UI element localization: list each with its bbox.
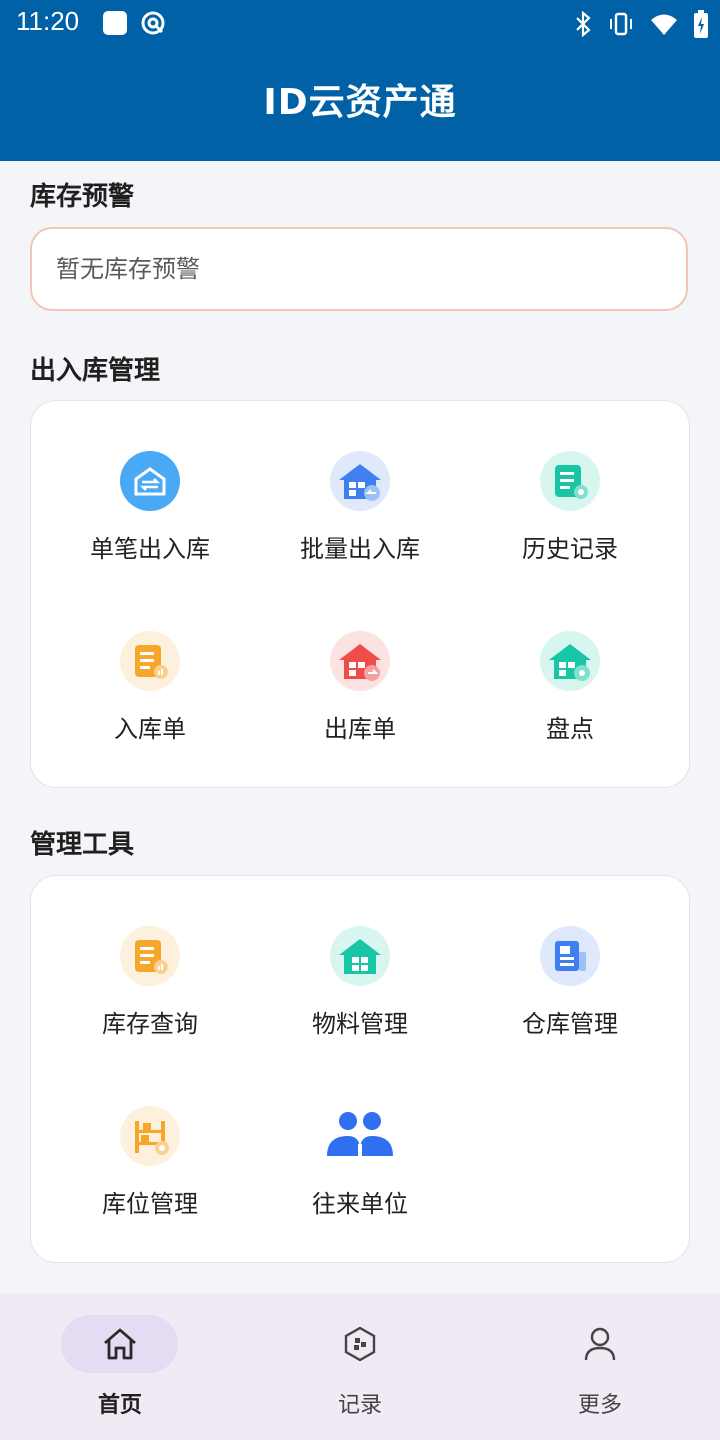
- inventory-alert-title: 库存预警: [30, 182, 135, 212]
- home-icon: [100, 1324, 140, 1364]
- stocktake-button[interactable]: 盘点: [470, 631, 670, 761]
- single-inout-button[interactable]: 单笔出入库: [50, 451, 250, 581]
- app-header: ID云资产通: [0, 48, 720, 161]
- nav-home[interactable]: 首页: [0, 1293, 240, 1440]
- bottom-nav: 首页 记录 更多: [0, 1293, 720, 1440]
- nav-more-label: 更多: [577, 1393, 622, 1418]
- batch-inout-label: 批量出入库: [300, 535, 420, 563]
- stocktake-warehouse-icon: [540, 631, 600, 691]
- inventory-alert-box: 暂无库存预警: [30, 227, 688, 311]
- outbound-warehouse-icon: [330, 631, 390, 691]
- history-label: 历史记录: [522, 535, 618, 563]
- warehouse-exchange-icon: [120, 451, 180, 511]
- status-bar: 11:20: [0, 0, 720, 48]
- material-management-label: 物料管理: [312, 1010, 408, 1038]
- inventory-query-button[interactable]: 库存查询: [50, 926, 250, 1056]
- location-management-button[interactable]: 库位管理: [50, 1106, 250, 1236]
- records-icon: [340, 1324, 380, 1364]
- tools-section-title: 管理工具: [30, 830, 135, 860]
- at-icon: [140, 10, 166, 40]
- partners-icon: [327, 1106, 393, 1166]
- single-inout-label: 单笔出入库: [90, 535, 210, 563]
- inout-card: 单笔出入库 批量出入库 历史记录 入库单 出库单 盘点: [30, 400, 690, 788]
- inbound-doc-label: 入库单: [114, 715, 186, 743]
- battery-icon: [694, 10, 708, 42]
- partners-button[interactable]: 往来单位: [260, 1106, 460, 1236]
- wifi-icon: [650, 12, 678, 40]
- person-icon: [580, 1324, 620, 1364]
- warehouse-doc-icon: [540, 926, 600, 986]
- batch-inout-button[interactable]: 批量出入库: [260, 451, 460, 581]
- nav-records-label: 记录: [337, 1393, 382, 1418]
- nav-more[interactable]: 更多: [480, 1293, 720, 1440]
- nav-records[interactable]: 记录: [240, 1293, 480, 1440]
- stocktake-label: 盘点: [546, 715, 594, 743]
- location-shelf-icon: [120, 1106, 180, 1166]
- square-icon: [102, 10, 128, 40]
- outbound-doc-button[interactable]: 出库单: [260, 631, 460, 761]
- inventory-query-label: 库存查询: [102, 1010, 198, 1038]
- bluetooth-icon: [574, 10, 592, 41]
- inbound-doc-icon: [120, 631, 180, 691]
- inventory-query-icon: [120, 926, 180, 986]
- warehouse-management-button[interactable]: 仓库管理: [470, 926, 670, 1056]
- material-management-button[interactable]: 物料管理: [260, 926, 460, 1056]
- history-doc-icon: [540, 451, 600, 511]
- outbound-doc-label: 出库单: [324, 715, 396, 743]
- history-button[interactable]: 历史记录: [470, 451, 670, 581]
- partners-label: 往来单位: [312, 1190, 408, 1218]
- tools-card: 库存查询 物料管理 仓库管理 库位管理 往来单位: [30, 875, 690, 1263]
- nav-home-label: 首页: [97, 1393, 142, 1418]
- batch-warehouse-icon: [330, 451, 390, 511]
- inout-section-title: 出入库管理: [30, 356, 161, 386]
- location-management-label: 库位管理: [102, 1190, 198, 1218]
- warehouse-management-label: 仓库管理: [522, 1010, 618, 1038]
- app-title: ID云资产通: [263, 82, 457, 123]
- vibrate-icon: [608, 11, 634, 41]
- inbound-doc-button[interactable]: 入库单: [50, 631, 250, 761]
- material-warehouse-icon: [330, 926, 390, 986]
- status-time: 11:20: [16, 6, 80, 36]
